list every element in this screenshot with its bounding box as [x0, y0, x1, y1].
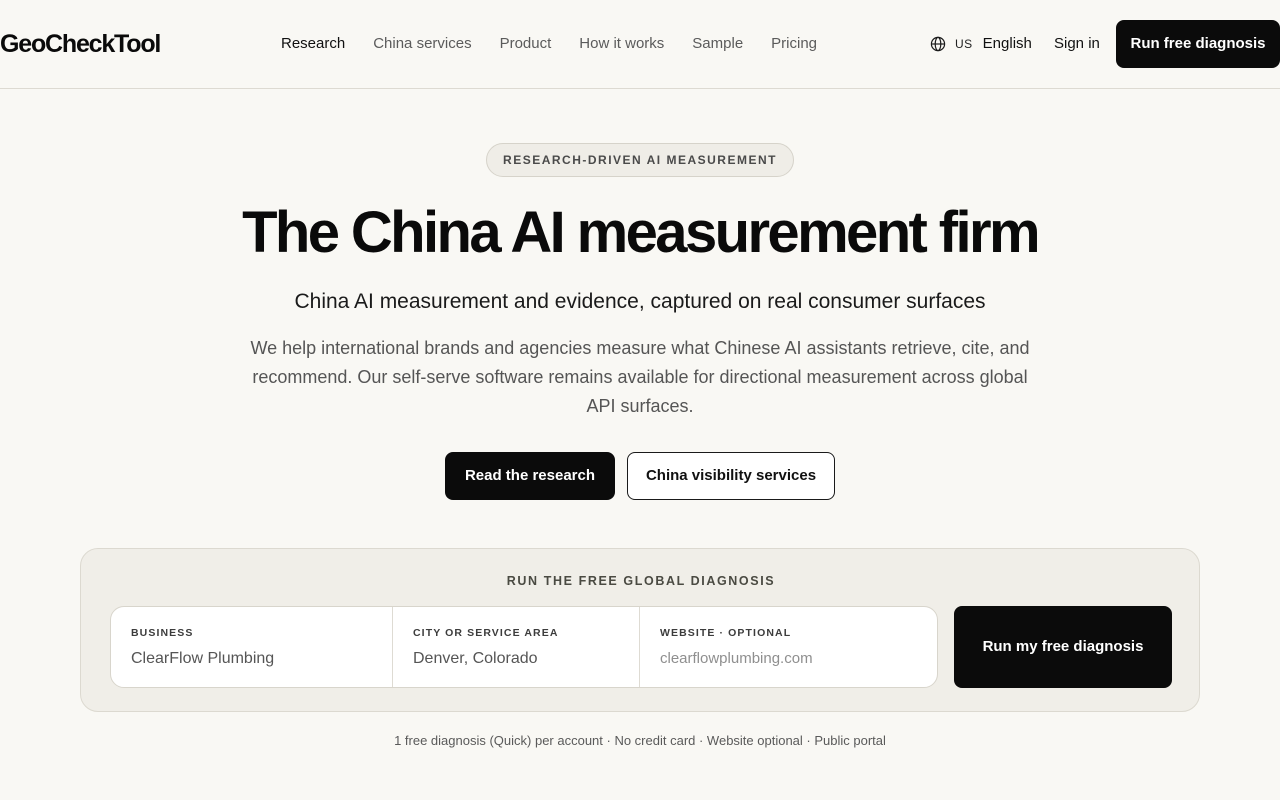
run-my-free-diagnosis-button[interactable]: Run my free diagnosis: [954, 606, 1172, 688]
nav-item-china-services[interactable]: China services: [373, 35, 471, 53]
nav-item-research[interactable]: Research: [281, 35, 345, 53]
business-label: BUSINESS: [131, 627, 194, 639]
logo[interactable]: GeoCheckTool: [0, 29, 161, 59]
hero-description: We help international brands and agencie…: [250, 338, 1030, 416]
language-selector[interactable]: US English: [930, 35, 1032, 53]
city-label: CITY OR SERVICE AREA: [413, 627, 559, 639]
website-label: WEBSITE · OPTIONAL: [660, 627, 792, 639]
nav-item-sample[interactable]: Sample: [692, 35, 743, 53]
website-field: WEBSITE · OPTIONAL: [640, 607, 937, 687]
business-field: BUSINESS: [111, 607, 393, 687]
website-input[interactable]: [660, 647, 917, 671]
nav-item-how-it-works[interactable]: How it works: [579, 35, 664, 53]
read-research-button[interactable]: Read the research: [445, 452, 615, 500]
main-nav: Research China services Product How it w…: [281, 35, 845, 53]
globe-icon: [930, 36, 946, 52]
nav-item-product[interactable]: Product: [500, 35, 552, 53]
diagnosis-footnote: 1 free diagnosis (Quick) per account · N…: [394, 733, 886, 748]
diagnosis-title: RUN THE FREE GLOBAL DIAGNOSIS: [506, 574, 776, 588]
eyebrow-badge: RESEARCH-DRIVEN AI MEASUREMENT: [486, 143, 794, 177]
diagnosis-form: BUSINESS CITY OR SERVICE AREA WEBSITE · …: [110, 606, 938, 688]
site-header: GeoCheckTool Research China services Pro…: [0, 0, 1280, 89]
sign-in-link[interactable]: Sign in: [1054, 35, 1100, 53]
hero-title: The China AI measurement firm: [242, 200, 1040, 265]
business-input[interactable]: [131, 647, 372, 671]
language-name: English: [982, 35, 1032, 52]
diagnosis-panel: RUN THE FREE GLOBAL DIAGNOSIS BUSINESS C…: [80, 548, 1200, 712]
run-free-diagnosis-button[interactable]: Run free diagnosis: [1116, 20, 1280, 68]
language-code: US: [955, 37, 973, 51]
city-field: CITY OR SERVICE AREA: [393, 607, 640, 687]
hero-subtitle: China AI measurement and evidence, captu…: [294, 290, 986, 313]
nav-item-pricing[interactable]: Pricing: [771, 35, 817, 53]
city-input[interactable]: [413, 647, 619, 671]
china-visibility-services-button[interactable]: China visibility services: [627, 452, 835, 500]
